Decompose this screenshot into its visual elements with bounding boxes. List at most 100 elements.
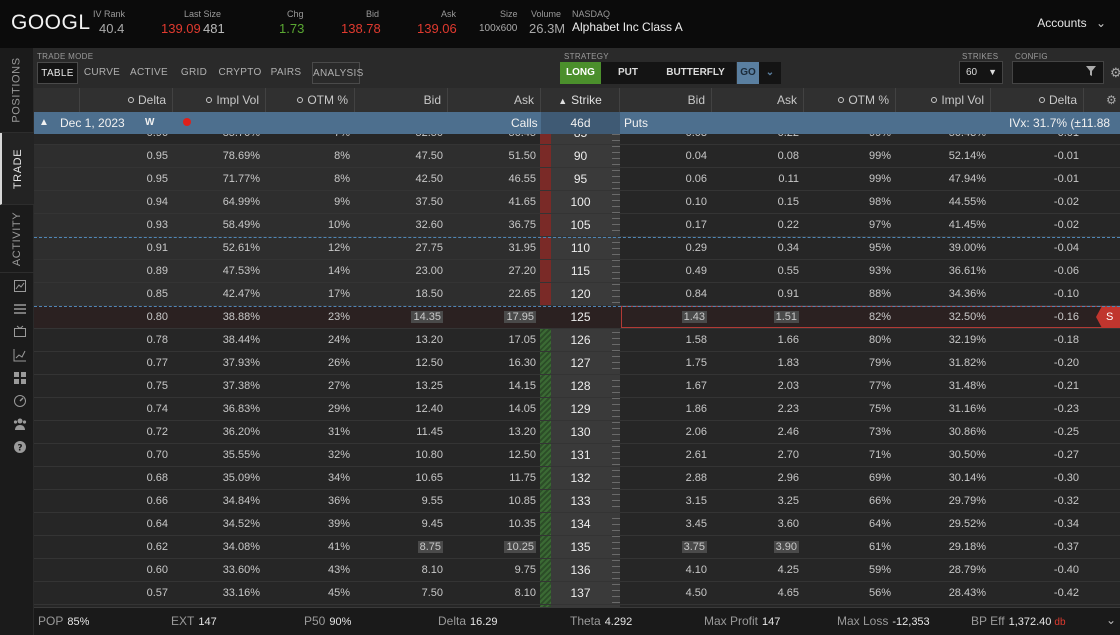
mode-table[interactable]: TABLE (37, 62, 78, 84)
table-row[interactable]: 0.68 35.09% 34% 10.65 11.75 132 2.88 2.96 69% 30.… (34, 467, 1120, 490)
put-ask[interactable]: 1.66 (712, 329, 799, 351)
put-ask[interactable]: 3.25 (712, 490, 799, 512)
call-bid[interactable]: 12.50 (355, 352, 443, 374)
go-dropdown[interactable]: ⌄ (759, 62, 781, 84)
analysis-chart-icon[interactable] (13, 348, 27, 362)
table-row[interactable]: 0.94 64.99% 9% 37.50 41.65 100 0.10 0.15 98% 44.5… (34, 191, 1120, 214)
strategy-select[interactable]: BUTTERFLY (655, 62, 736, 84)
table-row[interactable]: 0.93 58.49% 10% 32.60 36.75 105 0.17 0.22 97% 41.… (34, 214, 1120, 237)
symbol[interactable]: GOOGL (11, 11, 91, 35)
put-ask[interactable]: 4.65 (712, 582, 799, 604)
call-bid[interactable]: 37.50 (355, 191, 443, 213)
call-ask[interactable]: 10.35 (448, 513, 536, 535)
table-row[interactable]: 0.78 38.44% 24% 13.20 17.05 126 1.58 1.66 80% 32.… (34, 329, 1120, 352)
call-bid[interactable]: 10.80 (355, 444, 443, 466)
put-bid[interactable]: 0.10 (620, 191, 707, 213)
accounts-dropdown[interactable]: Accounts ⌄ (1037, 16, 1106, 30)
call-bid[interactable]: 10.65 (355, 467, 443, 489)
put-ask[interactable]: 0.22 (712, 214, 799, 236)
call-bid[interactable]: 7.50 (355, 582, 443, 604)
mode-grid[interactable]: GRID (177, 62, 211, 84)
table-row[interactable]: 0.77 37.93% 26% 12.50 16.30 127 1.75 1.83 79% 31.… (34, 352, 1120, 375)
strikes-select[interactable]: 60 ▼ (959, 61, 1003, 84)
put-ask[interactable]: 2.03 (712, 375, 799, 397)
mode-analysis[interactable]: ANALYSIS (312, 62, 363, 84)
put-bid[interactable]: 1.75 (620, 352, 707, 374)
table-row[interactable]: 0.75 37.38% 27% 13.25 14.15 128 1.67 2.03 77% 31.… (34, 375, 1120, 398)
collapse-chevron-icon[interactable]: ▲ (39, 112, 49, 134)
table-row[interactable]: 0.95 78.69% 8% 47.50 51.50 90 0.04 0.08 99% 52.14… (34, 145, 1120, 168)
call-ask[interactable]: 17.95 (448, 306, 536, 328)
put-bid[interactable]: 2.88 (620, 467, 707, 489)
put-ask[interactable]: 2.23 (712, 398, 799, 420)
call-ask[interactable]: 14.15 (448, 375, 536, 397)
call-ask[interactable]: 51.50 (448, 145, 536, 167)
call-ask[interactable]: 10.85 (448, 490, 536, 512)
help-icon[interactable]: ? (13, 440, 27, 454)
call-ask[interactable]: 9.75 (448, 559, 536, 581)
tab-trade[interactable]: TRADE (0, 133, 34, 205)
put-ask[interactable]: 2.96 (712, 467, 799, 489)
mode-pairs[interactable]: PAIRS (268, 62, 304, 84)
col-call-otm[interactable]: OTM % (266, 88, 355, 112)
put-button[interactable]: PUT (601, 62, 655, 84)
table-row[interactable]: 0.89 47.53% 14% 23.00 27.20 115 0.49 0.55 93% 36.… (34, 260, 1120, 283)
call-bid[interactable]: 42.50 (355, 168, 443, 190)
call-ask[interactable]: 46.55 (448, 168, 536, 190)
call-ask[interactable]: 41.65 (448, 191, 536, 213)
mode-active[interactable]: ACTIVE (128, 62, 170, 84)
put-bid[interactable]: 0.03 (620, 134, 707, 144)
table-row[interactable]: 0.80 38.88% 23% 14.35 17.95 125 1.43 1.51 82% 32.… (34, 306, 1120, 329)
col-put-delta[interactable]: Delta (991, 88, 1084, 112)
table-row[interactable]: 0.95 71.77% 8% 42.50 46.55 95 0.06 0.11 99% 47.94… (34, 168, 1120, 191)
col-put-ask[interactable]: Ask (712, 88, 804, 112)
call-bid[interactable]: 18.50 (355, 283, 443, 305)
tab-activity[interactable]: ACTIVITY (0, 205, 34, 273)
call-ask[interactable]: 12.50 (448, 444, 536, 466)
table-row[interactable]: 0.66 34.84% 36% 9.55 10.85 133 3.15 3.25 66% 29.7… (34, 490, 1120, 513)
call-ask[interactable]: 8.10 (448, 582, 536, 604)
call-bid[interactable]: 32.60 (355, 214, 443, 236)
mode-crypto[interactable]: CRYPTO (217, 62, 263, 84)
long-button[interactable]: LONG (560, 62, 601, 84)
call-ask[interactable]: 22.65 (448, 283, 536, 305)
put-bid[interactable]: 3.45 (620, 513, 707, 535)
call-bid[interactable]: 13.25 (355, 375, 443, 397)
put-ask[interactable]: 3.60 (712, 513, 799, 535)
bid-value[interactable]: 138.78 (341, 21, 381, 36)
put-bid[interactable]: 4.50 (620, 582, 707, 604)
put-bid[interactable]: 3.75 (620, 536, 707, 558)
tab-positions[interactable]: POSITIONS (0, 48, 34, 133)
ask-value[interactable]: 139.06 (417, 21, 457, 36)
table-row[interactable]: 0.62 34.08% 41% 8.75 10.25 135 3.75 3.90 61% 29.1… (34, 536, 1120, 559)
chevron-down-icon[interactable]: ⌄ (1106, 613, 1116, 627)
call-ask[interactable]: 17.05 (448, 329, 536, 351)
call-ask[interactable]: 13.20 (448, 421, 536, 443)
call-ask[interactable]: 16.30 (448, 352, 536, 374)
put-bid[interactable]: 1.86 (620, 398, 707, 420)
tv-icon[interactable] (13, 325, 27, 339)
call-ask[interactable]: 14.05 (448, 398, 536, 420)
col-strike[interactable]: ▲ Strike (541, 88, 620, 112)
call-ask[interactable]: 11.75 (448, 467, 536, 489)
call-ask[interactable]: 10.25 (448, 536, 536, 558)
put-ask[interactable]: 1.51 (712, 306, 799, 328)
call-bid[interactable]: 12.40 (355, 398, 443, 420)
put-ask[interactable]: 1.83 (712, 352, 799, 374)
put-bid[interactable]: 4.10 (620, 559, 707, 581)
table-row[interactable]: 0.91 52.61% 12% 27.75 31.95 110 0.29 0.34 95% 39.… (34, 237, 1120, 260)
table-row[interactable]: 0.85 42.47% 17% 18.50 22.65 120 0.84 0.91 88% 34.… (34, 283, 1120, 306)
table-row[interactable]: 0.96 85.70% 7% 52.50 56.45 85 0.03 0.22 … (34, 134, 1120, 145)
col-call-bid[interactable]: Bid (355, 88, 448, 112)
col-call-delta[interactable]: Delta (80, 88, 173, 112)
call-bid[interactable]: 8.75 (355, 536, 443, 558)
call-bid[interactable]: 9.45 (355, 513, 443, 535)
call-bid[interactable]: 47.50 (355, 145, 443, 167)
put-ask[interactable]: 0.34 (712, 237, 799, 259)
put-bid[interactable]: 0.29 (620, 237, 707, 259)
put-bid[interactable]: 2.06 (620, 421, 707, 443)
community-icon[interactable] (13, 417, 27, 431)
call-ask[interactable]: 56.45 (448, 134, 536, 144)
call-bid[interactable]: 13.20 (355, 329, 443, 351)
mode-curve[interactable]: CURVE (82, 62, 122, 84)
